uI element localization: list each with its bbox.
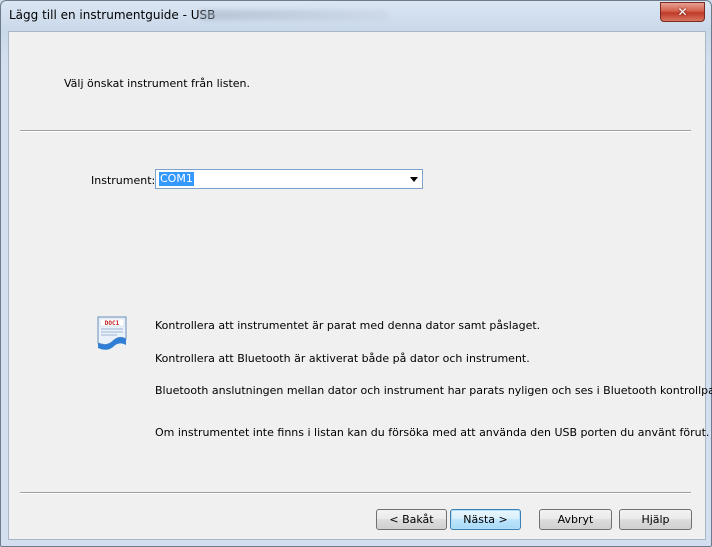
bottom-divider [20, 492, 691, 494]
document-icon: DOC1 [97, 316, 127, 350]
instruction-text: Välj önskat instrument från listen. [64, 77, 251, 90]
blurred-title-suffix [199, 10, 389, 20]
window-title: Lägg till en instrumentguide - USB [9, 8, 216, 22]
info-bluetooth-connection-text: Bluetooth anslutningen mellan dator och … [155, 384, 712, 397]
top-divider [20, 130, 691, 132]
info-paired-text: Kontrollera att instrumentet är parat me… [155, 319, 541, 332]
cancel-button[interactable]: Avbryt [539, 509, 612, 530]
close-icon: ✕ [677, 5, 688, 19]
close-button[interactable]: ✕ [660, 2, 705, 22]
instrument-dropdown[interactable]: COM1 [155, 169, 423, 189]
chevron-down-icon[interactable] [410, 177, 418, 182]
info-usb-port-text: Om instrumentet inte finns i listan kan … [155, 426, 710, 439]
document-icon-label: DOC1 [105, 320, 120, 327]
back-button[interactable]: < Bakåt [376, 509, 447, 530]
wizard-window: Lägg till en instrumentguide - USB ✕ Väl… [0, 0, 712, 547]
instrument-selected-value: COM1 [159, 172, 194, 186]
title-bar[interactable]: Lägg till en instrumentguide - USB ✕ [1, 1, 711, 31]
next-button[interactable]: Nästa > [450, 509, 521, 530]
instrument-label: Instrument: [91, 174, 156, 187]
wizard-client-area: Välj önskat instrument från listen. Inst… [8, 31, 712, 540]
help-button[interactable]: Hjälp [619, 509, 692, 530]
info-bluetooth-active-text: Kontrollera att Bluetooth är aktiverat b… [155, 352, 530, 365]
